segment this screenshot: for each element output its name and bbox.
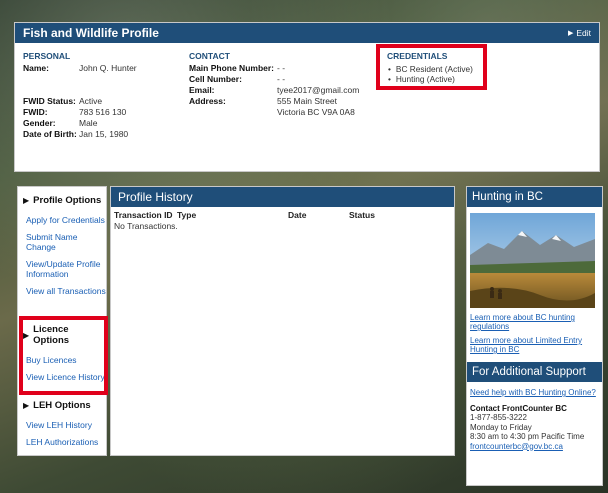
support-hours: 8:30 am to 4:30 pm Pacific Time bbox=[470, 432, 585, 441]
main-phone-label: Main Phone Number: bbox=[189, 63, 275, 73]
history-table-header: Transaction ID Type Date Status bbox=[111, 210, 454, 220]
address-line1: 555 Main Street bbox=[277, 96, 338, 106]
support-body: Need help with BC Hunting Online? Contac… bbox=[467, 388, 602, 451]
options-sidebar: ▶ Profile Options Apply for Credentials … bbox=[17, 186, 108, 456]
credentials-heading: CREDENTIALS bbox=[387, 51, 448, 61]
credential-item: Hunting (Active) bbox=[388, 74, 483, 84]
cell-label: Cell Number: bbox=[189, 74, 242, 84]
support-phone: 1-877-855-3222 bbox=[470, 413, 527, 422]
play-arrow-icon: ▶ bbox=[567, 30, 574, 37]
personal-section: PERSONAL Name: John Q. Hunter FWID Status… bbox=[23, 51, 137, 140]
dob-value: Jan 15, 1980 bbox=[79, 129, 129, 139]
address-line2: Victoria BC V9A 0A8 bbox=[277, 107, 355, 117]
hunting-landscape-image bbox=[470, 213, 595, 308]
credential-item: BC Resident (Active) bbox=[388, 64, 483, 74]
profile-history-title: Profile History bbox=[111, 187, 454, 207]
col-transaction-id: Transaction ID bbox=[114, 210, 173, 220]
gender-value: Male bbox=[79, 118, 98, 128]
profile-header: Fish and Wildlife Profile ▶ Edit bbox=[15, 23, 599, 43]
leh-authorizations-link[interactable]: LEH Authorizations bbox=[18, 437, 106, 447]
leh-options-heading: ▶ LEH Options bbox=[23, 400, 91, 411]
fwid-label: FWID: bbox=[23, 107, 48, 117]
fwid-status-value: Active bbox=[79, 96, 103, 106]
credentials-list: BC Resident (Active) Hunting (Active) bbox=[388, 64, 483, 84]
right-column: Hunting in BC Learn more about BC huntin… bbox=[466, 186, 603, 486]
profile-panel: Fish and Wildlife Profile ▶ Edit PERSONA… bbox=[14, 22, 600, 172]
no-transactions-text: No Transactions. bbox=[114, 221, 178, 231]
fwid-status-label: FWID Status: bbox=[23, 96, 76, 106]
dob-label: Date of Birth: bbox=[23, 129, 77, 139]
limited-entry-hunting-link[interactable]: Learn more about Limited Entry Hunting i… bbox=[467, 336, 602, 354]
additional-support-title: For Additional Support bbox=[467, 362, 602, 382]
licence-options-highlight bbox=[19, 316, 108, 395]
profile-options-heading: ▶ Profile Options bbox=[23, 195, 102, 206]
email-value: tyee2017@gmail.com bbox=[277, 85, 360, 95]
support-email-link[interactable]: frontcounterbc@gov.bc.ca bbox=[470, 442, 563, 451]
apply-credentials-link[interactable]: Apply for Credentials bbox=[18, 215, 106, 225]
play-arrow-icon: ▶ bbox=[23, 401, 30, 410]
view-leh-history-link[interactable]: View LEH History bbox=[18, 420, 106, 430]
help-bc-hunting-online-link[interactable]: Need help with BC Hunting Online? bbox=[470, 388, 602, 398]
contact-heading: CONTACT bbox=[189, 51, 230, 61]
support-days: Monday to Friday bbox=[470, 422, 532, 432]
contact-section: CONTACT Main Phone Number: - - Cell Numbe… bbox=[189, 51, 359, 118]
credentials-highlight: CREDENTIALS BC Resident (Active) Hunting… bbox=[376, 44, 487, 90]
name-value: John Q. Hunter bbox=[79, 63, 137, 73]
col-type: Type bbox=[177, 210, 197, 220]
contact-frontcounter-title: Contact FrontCounter BC bbox=[470, 403, 567, 413]
hunting-in-bc-title: Hunting in BC bbox=[467, 187, 602, 207]
cell-value: - - bbox=[277, 74, 286, 84]
gender-label: Gender: bbox=[23, 118, 56, 128]
col-date: Date bbox=[288, 210, 307, 220]
edit-profile-link[interactable]: ▶ Edit bbox=[568, 28, 591, 38]
bc-hunting-regulations-link[interactable]: Learn more about BC hunting regulations bbox=[467, 313, 602, 331]
submit-name-change-link[interactable]: Submit Name Change bbox=[18, 232, 106, 252]
update-profile-link[interactable]: View/Update Profile Information bbox=[18, 259, 106, 279]
col-status: Status bbox=[349, 210, 375, 220]
fwid-value: 783 516 130 bbox=[79, 107, 127, 117]
main-phone-value: - - bbox=[277, 63, 286, 73]
email-label: Email: bbox=[189, 85, 215, 95]
name-label: Name: bbox=[23, 63, 49, 73]
address-label: Address: bbox=[189, 96, 226, 106]
personal-heading: PERSONAL bbox=[23, 51, 71, 61]
view-transactions-link[interactable]: View all Transactions bbox=[18, 286, 106, 296]
edit-label: Edit bbox=[576, 28, 591, 38]
play-arrow-icon: ▶ bbox=[23, 196, 30, 205]
profile-history-panel: Profile History Transaction ID Type Date… bbox=[110, 186, 455, 456]
profile-title: Fish and Wildlife Profile bbox=[23, 26, 159, 40]
